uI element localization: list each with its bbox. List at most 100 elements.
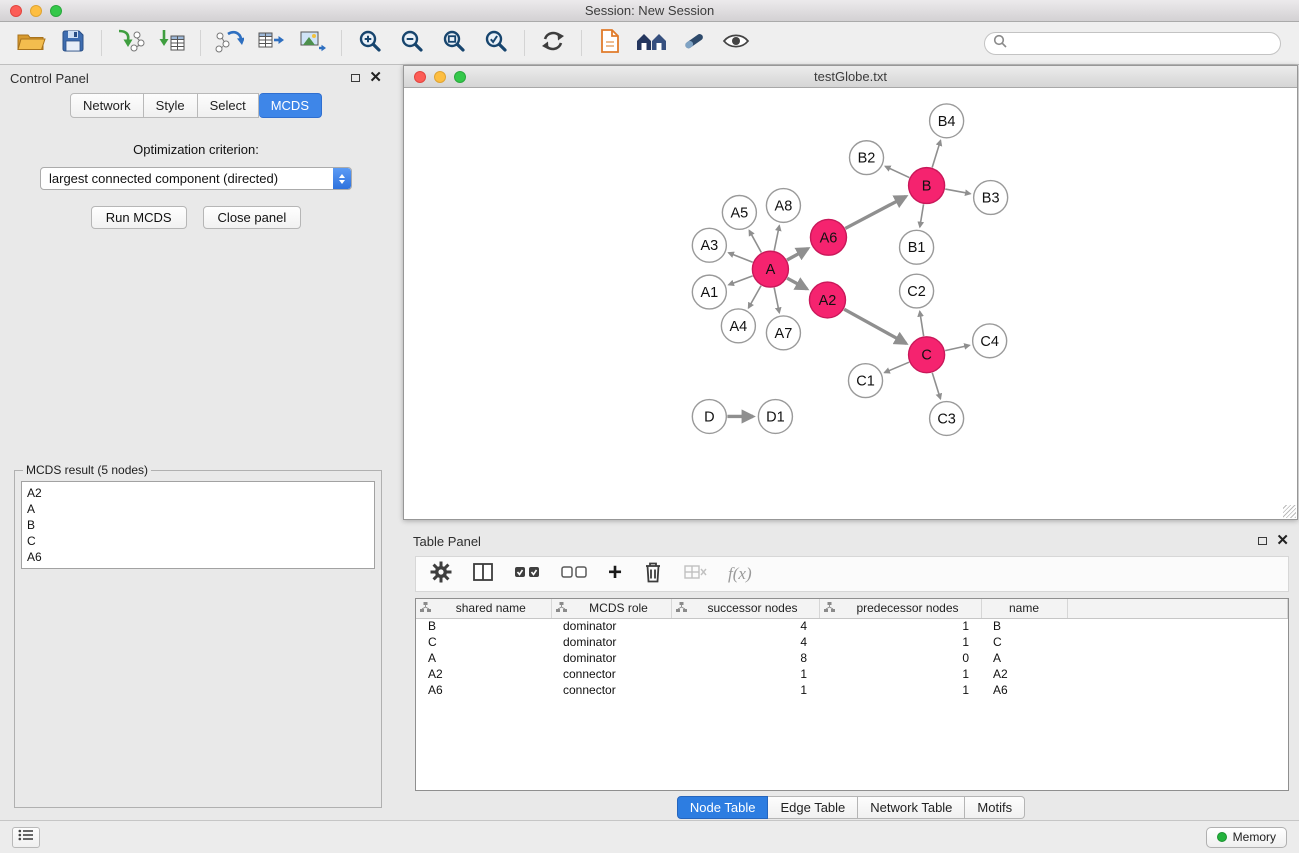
close-panel-button[interactable]: Close panel (203, 206, 302, 229)
style-brush-button[interactable] (673, 24, 715, 62)
mcds-result-item[interactable]: A6 (27, 549, 369, 565)
edge-C-C1[interactable] (884, 362, 909, 372)
cell-mcds-role[interactable]: dominator (551, 650, 671, 666)
table-row[interactable]: C dominator 4 1 C (416, 634, 1288, 650)
cell-mcds-role[interactable]: connector (551, 666, 671, 682)
mcds-result-item[interactable]: C (27, 533, 369, 549)
network-canvas[interactable]: B4B2BB3A5A8A6A3B1AC2A1A2A4A7C4CC1DD1C3 (404, 88, 1297, 519)
zoom-in-button[interactable] (349, 24, 391, 62)
edge-B-B4[interactable] (932, 140, 940, 167)
cell-mcds-role[interactable]: dominator (551, 618, 671, 634)
export-image-button[interactable] (292, 24, 334, 62)
memory-button[interactable]: Memory (1206, 827, 1287, 848)
edge-C-C4[interactable] (945, 345, 969, 350)
create-column-button[interactable]: + (608, 563, 622, 585)
cell-predecessors[interactable]: 1 (819, 666, 981, 682)
minimize-window-button[interactable] (30, 5, 42, 17)
close-panel-icon[interactable]: ✕ (369, 73, 382, 83)
graph-node-B4[interactable]: B4 (930, 104, 964, 138)
graph-node-B[interactable]: B (909, 168, 945, 204)
table-row[interactable]: A6 connector 1 1 A6 (416, 682, 1288, 698)
delete-table-button[interactable] (684, 563, 708, 586)
cell-successors[interactable]: 4 (671, 618, 819, 634)
minimize-network-window-button[interactable] (434, 71, 446, 83)
edge-A-A3[interactable] (729, 253, 753, 262)
cell-shared-name[interactable]: A (416, 650, 551, 666)
graph-node-A1[interactable]: A1 (692, 275, 726, 309)
mcds-result-item[interactable]: A2 (27, 485, 369, 501)
table-row[interactable]: A2 connector 1 1 A2 (416, 666, 1288, 682)
close-network-window-button[interactable] (414, 71, 426, 83)
cell-mcds-role[interactable]: connector (551, 682, 671, 698)
float-table-panel-icon[interactable] (1258, 537, 1267, 545)
edge-A-A2[interactable] (787, 278, 807, 289)
close-window-button[interactable] (10, 5, 22, 17)
cell-name[interactable]: A (981, 650, 1067, 666)
graphics-details-button[interactable] (589, 24, 631, 62)
tab-motifs[interactable]: Motifs (965, 796, 1025, 819)
column-header-name[interactable]: name (981, 599, 1067, 618)
graph-node-C1[interactable]: C1 (848, 364, 882, 398)
graph-node-C3[interactable]: C3 (930, 402, 964, 436)
column-header-successor-nodes[interactable]: successor nodes (671, 599, 819, 618)
graph-node-A5[interactable]: A5 (722, 196, 756, 230)
cell-successors[interactable]: 1 (671, 666, 819, 682)
graph-node-A8[interactable]: A8 (766, 189, 800, 223)
table-settings-button[interactable] (430, 561, 452, 588)
cell-predecessors[interactable]: 1 (819, 618, 981, 634)
search-input[interactable] (1012, 36, 1272, 51)
edge-C-C2[interactable] (920, 311, 924, 336)
edge-B-B3[interactable] (945, 189, 970, 194)
cell-shared-name[interactable]: A6 (416, 682, 551, 698)
show-columns-button[interactable] (472, 562, 494, 587)
tab-mcds[interactable]: MCDS (259, 93, 322, 118)
edge-A-A5[interactable] (749, 230, 761, 252)
tab-network[interactable]: Network (70, 93, 144, 118)
export-table-button[interactable] (250, 24, 292, 62)
edge-C-C3[interactable] (932, 373, 940, 399)
edge-A-A7[interactable] (774, 288, 779, 313)
graph-node-B1[interactable]: B1 (900, 230, 934, 264)
cell-successors[interactable]: 8 (671, 650, 819, 666)
edge-B-B2[interactable] (885, 166, 909, 177)
edge-A2-C[interactable] (844, 309, 906, 343)
cell-predecessors[interactable]: 1 (819, 634, 981, 650)
graph-node-A6[interactable]: A6 (810, 219, 846, 255)
criterion-dropdown[interactable]: largest connected component (directed) (40, 167, 352, 190)
edge-B-B1[interactable] (920, 204, 924, 227)
graph-node-A3[interactable]: A3 (692, 228, 726, 262)
cell-name[interactable]: C (981, 634, 1067, 650)
mcds-result-item[interactable]: B (27, 517, 369, 533)
edge-A-A6[interactable] (787, 249, 808, 260)
zoom-selected-button[interactable] (475, 24, 517, 62)
open-session-button[interactable] (10, 24, 52, 62)
cell-name[interactable]: B (981, 618, 1067, 634)
table-row[interactable]: A dominator 8 0 A (416, 650, 1288, 666)
column-header-mcds-role[interactable]: MCDS role (551, 599, 671, 618)
graph-node-B2[interactable]: B2 (849, 141, 883, 175)
mcds-result-item[interactable]: A (27, 501, 369, 517)
zoom-out-button[interactable] (391, 24, 433, 62)
zoom-fit-button[interactable] (433, 24, 475, 62)
float-panel-icon[interactable] (351, 74, 360, 82)
graph-node-D1[interactable]: D1 (758, 400, 792, 434)
tab-style[interactable]: Style (144, 93, 198, 118)
edge-A-A1[interactable] (729, 276, 753, 285)
task-history-button[interactable] (12, 827, 40, 848)
cell-name[interactable]: A6 (981, 682, 1067, 698)
edge-A-A4[interactable] (748, 286, 761, 308)
window-resize-grip[interactable] (1283, 505, 1296, 518)
refresh-layout-button[interactable] (532, 24, 574, 62)
graph-node-D[interactable]: D (692, 400, 726, 434)
tab-node-table[interactable]: Node Table (677, 796, 769, 819)
select-all-columns-button[interactable] (514, 565, 541, 584)
zoom-network-window-button[interactable] (454, 71, 466, 83)
cell-predecessors[interactable]: 0 (819, 650, 981, 666)
cell-shared-name[interactable]: C (416, 634, 551, 650)
import-network-button[interactable] (109, 24, 151, 62)
cell-shared-name[interactable]: B (416, 618, 551, 634)
run-mcds-button[interactable]: Run MCDS (91, 206, 187, 229)
save-session-button[interactable] (52, 24, 94, 62)
export-network-button[interactable] (208, 24, 250, 62)
cell-mcds-role[interactable]: dominator (551, 634, 671, 650)
